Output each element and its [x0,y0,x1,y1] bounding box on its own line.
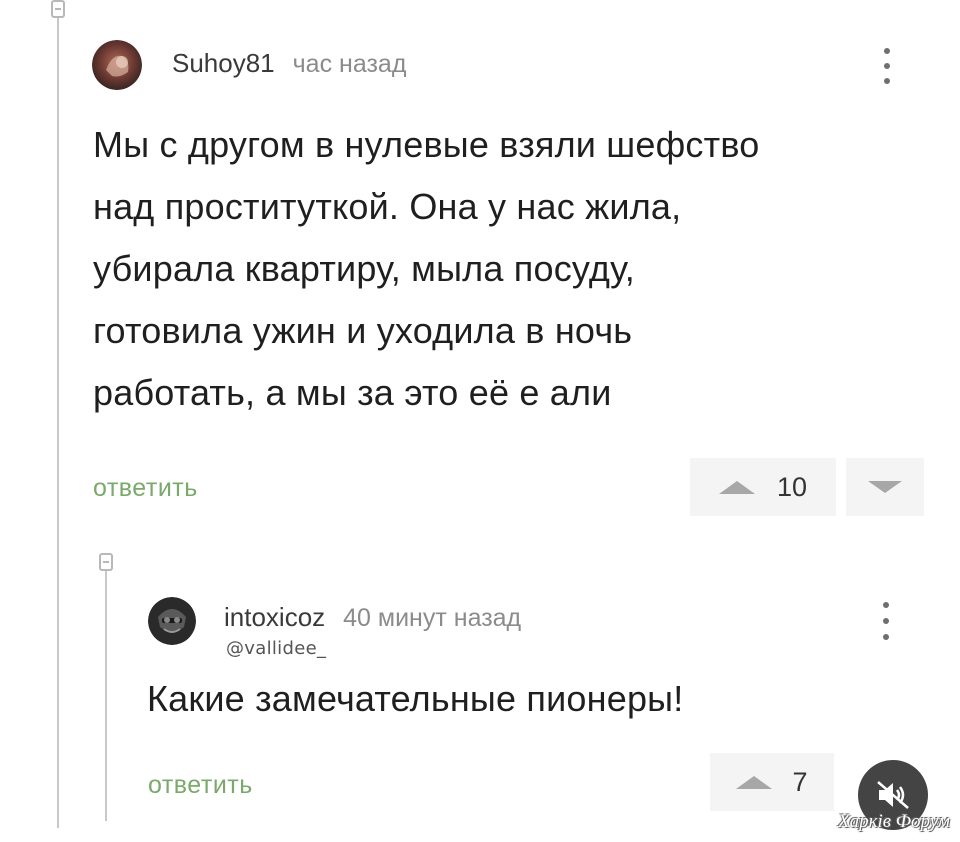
collapse-thread-icon[interactable] [99,553,113,571]
collapse-thread-icon[interactable] [51,0,65,18]
upvote-triangle-icon[interactable] [718,480,755,494]
avatar[interactable] [148,597,196,645]
watermark-text: Харків Форум [838,811,950,832]
upvote-box: 10 [690,458,836,516]
comment-thread-screenshot: Suhoy81 час назад Мы с другом в нулевые … [0,0,960,842]
reply-button[interactable]: ответить [93,474,198,503]
watermark-handle: @vallidee_ [226,638,327,659]
comment-meta: Suhoy81 час назад [172,48,406,79]
downvote-box [846,458,924,516]
mute-speaker-icon [877,781,909,809]
username[interactable]: intoxicoz [224,602,325,633]
vote-count: 7 [792,766,808,797]
comment-line: готовила ужин и уходила в ночь [93,310,633,351]
kebab-menu-icon[interactable] [882,48,892,84]
downvote-triangle-icon[interactable] [868,481,902,493]
comment-line: над проституткой. Она у нас жила, [93,186,682,227]
comment-line: убирала квартиру, мыла посуду, [93,248,635,289]
comment-line: работать, а мы за это её е али [93,372,612,413]
timestamp: час назад [292,50,407,78]
reply-button[interactable]: ответить [148,771,253,800]
upvote-triangle-icon[interactable] [736,775,773,789]
comment-meta: intoxicoz 40 минут назад [224,602,521,633]
timestamp: 40 минут назад [343,604,522,632]
kebab-menu-icon[interactable] [881,602,891,640]
comment-body: Какие замечательные пионеры! [147,668,683,730]
thread-line-main [57,18,59,828]
comment-body: Мы с другом в нулевые взяли шефство над … [93,114,759,424]
avatar-image [92,40,142,90]
username[interactable]: Suhoy81 [172,48,275,79]
vote-count: 10 [776,471,808,502]
avatar[interactable] [92,40,142,90]
comment-line: Какие замечательные пионеры! [147,678,684,719]
upvote-box: 7 [710,753,834,811]
thread-line-reply [105,571,107,821]
comment-line: Мы с другом в нулевые взяли шефство [93,124,760,165]
avatar-image [148,597,196,645]
